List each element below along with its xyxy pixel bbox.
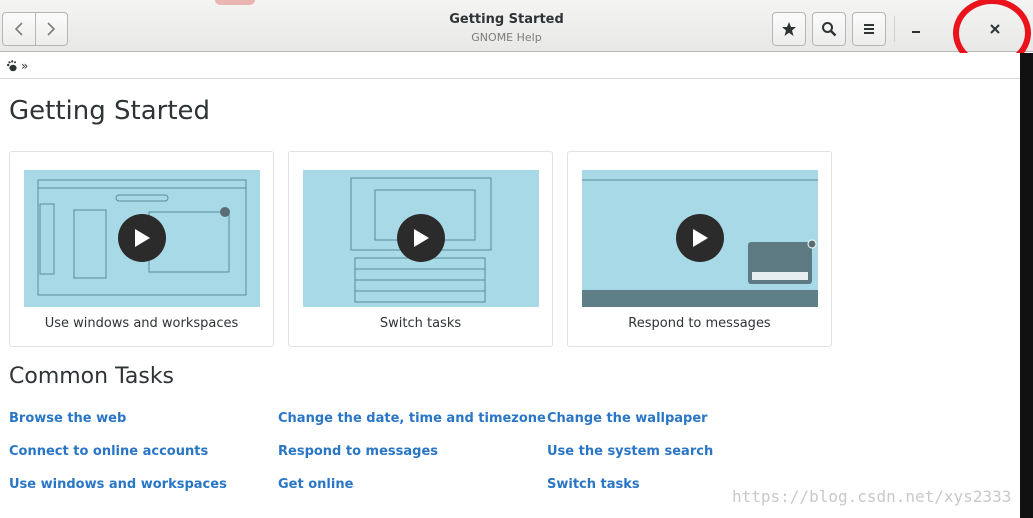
video-card-windows[interactable]: Use windows and workspaces xyxy=(9,151,274,347)
video-thumbnail[interactable] xyxy=(24,170,260,307)
desktop-icon-fragment xyxy=(215,0,255,5)
bookmark-button[interactable] xyxy=(772,12,806,46)
minimize-icon xyxy=(912,31,920,33)
task-link[interactable]: Get online xyxy=(278,477,353,492)
search-button[interactable] xyxy=(812,12,846,46)
breadcrumb: » xyxy=(0,53,1020,79)
chevron-right-icon xyxy=(47,22,56,36)
play-icon[interactable] xyxy=(397,214,445,262)
minimize-button[interactable] xyxy=(903,16,929,42)
forward-button[interactable] xyxy=(34,13,67,45)
main-content: Getting Started Use windows and workspac… xyxy=(0,79,1020,518)
screen-edge xyxy=(1020,53,1033,518)
header-bar: Getting Started GNOME Help xyxy=(0,0,1033,68)
back-button[interactable] xyxy=(3,13,35,45)
video-thumbnail[interactable] xyxy=(303,170,539,307)
window-subtitle: GNOME Help xyxy=(471,31,542,44)
task-link[interactable]: Use the system search xyxy=(547,444,713,459)
task-link[interactable]: Browse the web xyxy=(9,411,126,426)
task-link[interactable]: Use windows and workspaces xyxy=(9,477,227,492)
menu-button[interactable] xyxy=(852,12,886,46)
watermark-text: https://blog.csdn.net/xys2333 xyxy=(732,487,1012,506)
video-label[interactable]: Respond to messages xyxy=(568,316,831,331)
navigation-buttons xyxy=(2,12,68,46)
video-thumbnail[interactable] xyxy=(582,170,818,307)
header-separator xyxy=(894,16,895,42)
page-title: Getting Started xyxy=(9,96,211,126)
task-link[interactable]: Change the date, time and timezone xyxy=(278,411,546,426)
play-icon[interactable] xyxy=(676,214,724,262)
task-link[interactable]: Connect to online accounts xyxy=(9,444,208,459)
play-icon[interactable] xyxy=(118,214,166,262)
video-label[interactable]: Switch tasks xyxy=(289,316,552,331)
gnome-foot-icon[interactable] xyxy=(6,59,18,72)
window-title-block: Getting Started GNOME Help xyxy=(350,12,663,44)
breadcrumb-separator: » xyxy=(21,58,29,73)
hamburger-menu-icon xyxy=(864,24,874,34)
task-link[interactable]: Switch tasks xyxy=(547,477,640,492)
task-link[interactable]: Respond to messages xyxy=(278,444,438,459)
chevron-left-icon xyxy=(14,22,23,36)
search-icon xyxy=(822,22,837,37)
video-label[interactable]: Use windows and workspaces xyxy=(10,316,273,331)
video-card-messages[interactable]: Respond to messages xyxy=(567,151,832,347)
task-link[interactable]: Change the wallpaper xyxy=(547,411,708,426)
star-icon xyxy=(782,22,796,36)
window-title: Getting Started xyxy=(449,12,564,27)
section-title: Common Tasks xyxy=(9,364,175,389)
video-card-switch-tasks[interactable]: Switch tasks xyxy=(288,151,553,347)
